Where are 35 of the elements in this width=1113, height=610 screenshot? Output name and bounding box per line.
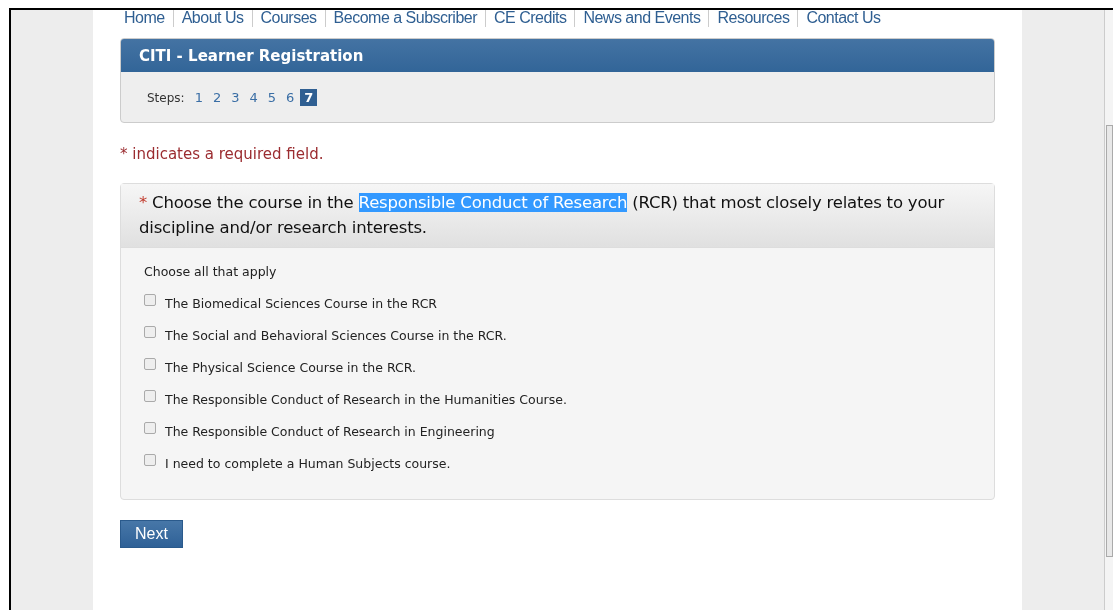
scrollbar[interactable] <box>1104 10 1113 610</box>
checkbox[interactable] <box>144 453 156 466</box>
question-text: * Choose the course in the Responsible Conduct of Research (RCR) that most closely relates to your discipline and/or research interests. <box>139 192 946 239</box>
checkbox[interactable] <box>144 325 156 338</box>
option-label[interactable]: The Responsible Conduct of Research in the Humanities Course. <box>165 392 567 407</box>
panel-title: CITI - Learner Registration <box>121 39 994 72</box>
checkbox[interactable] <box>144 389 156 402</box>
option-label[interactable]: The Responsible Conduct of Research in Engineering <box>165 424 495 439</box>
next-button[interactable]: Next <box>120 520 183 548</box>
option-label[interactable]: I need to complete a Human Subjects course. <box>165 456 451 471</box>
step-link[interactable]: 1 <box>190 89 207 106</box>
scrollbar-thumb[interactable] <box>1106 125 1113 557</box>
nav-link[interactable]: About Us <box>172 10 252 27</box>
nav-link[interactable]: Contact Us <box>797 10 889 27</box>
checkbox[interactable] <box>144 293 156 306</box>
step-link[interactable]: 3 <box>227 89 244 106</box>
step-link[interactable]: 4 <box>245 89 262 106</box>
checkbox[interactable] <box>144 421 156 434</box>
required-note: * indicates a required field. <box>120 145 325 163</box>
step-link[interactable]: 6 <box>282 89 299 106</box>
step-link[interactable]: 5 <box>263 89 281 106</box>
nav-link[interactable]: Courses <box>251 10 325 27</box>
nav-link[interactable]: Resources <box>708 10 798 27</box>
step-link[interactable]: 2 <box>208 89 226 106</box>
nav-link[interactable]: Become a Subscriber <box>324 10 486 27</box>
option-label[interactable]: The Biomedical Sciences Course in the RCR <box>165 296 438 311</box>
checkbox[interactable] <box>144 357 156 370</box>
nav-link[interactable]: News and Events <box>574 10 709 27</box>
option-label[interactable]: The Social and Behavioral Sciences Course in the RCR. <box>165 328 507 343</box>
instruction-text: Choose all that apply <box>144 264 278 279</box>
step-link[interactable]: 7 <box>300 89 318 106</box>
nav-link[interactable]: CE Credits <box>485 10 575 27</box>
steps-label: Steps: <box>147 90 185 105</box>
nav-link[interactable]: Home <box>120 10 173 27</box>
option-label[interactable]: The Physical Science Course in the RCR. <box>165 360 416 375</box>
